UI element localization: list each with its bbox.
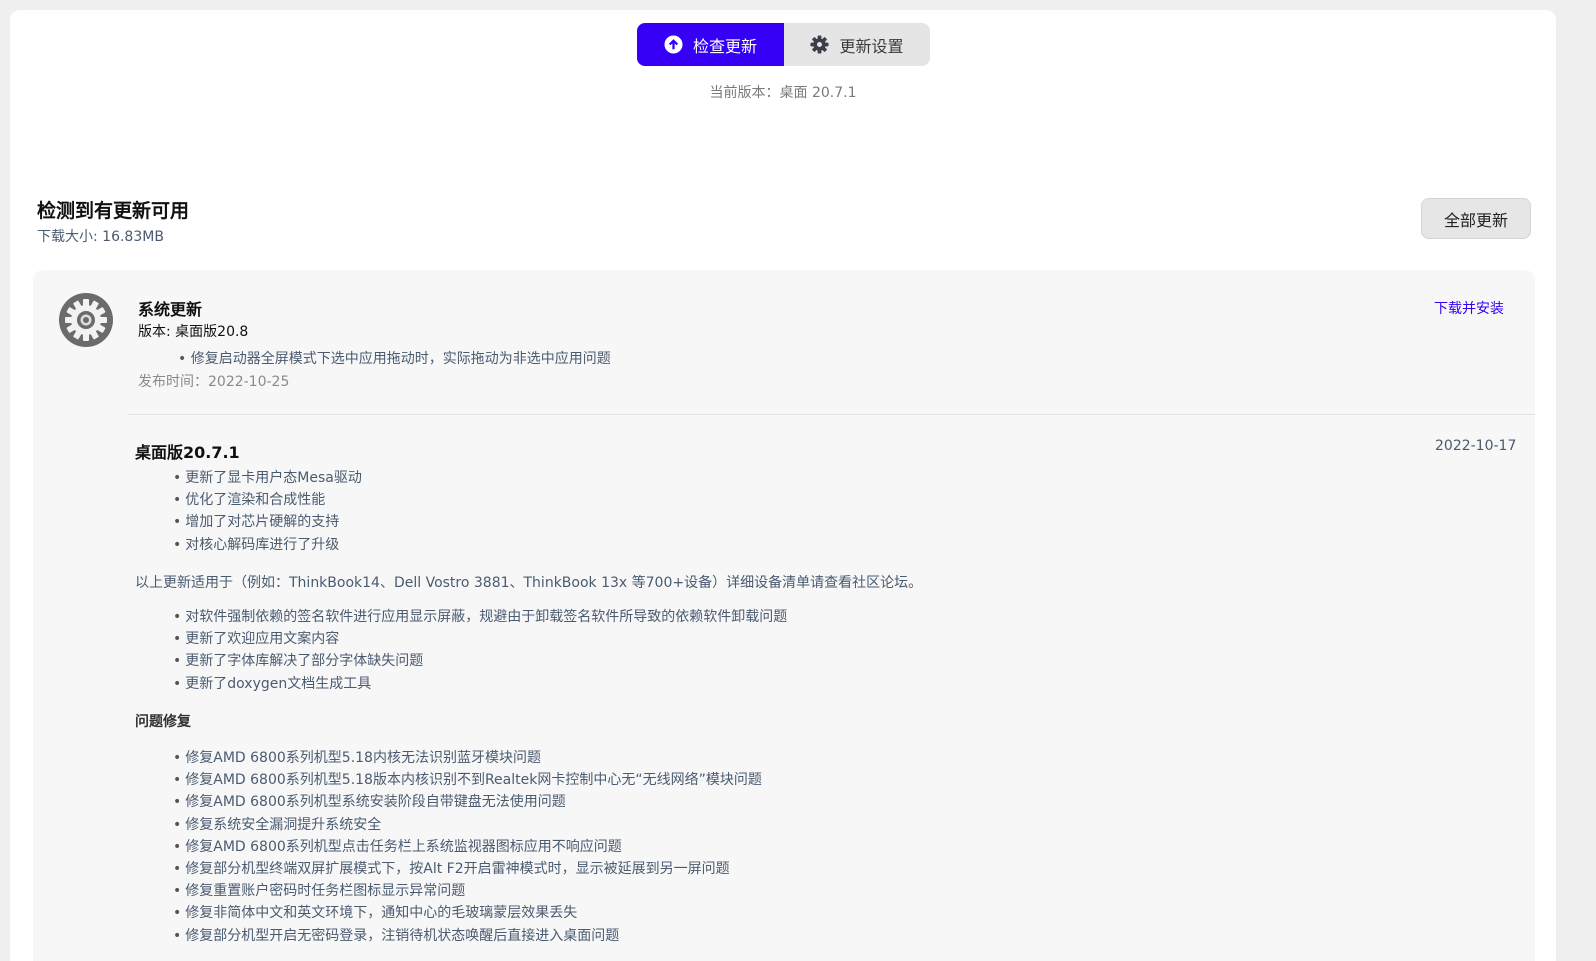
update-version: 版本: 桌面版20.8 (138, 324, 249, 340)
update-all-button[interactable]: 全部更新 (1421, 198, 1531, 239)
list-item: 修复部分机型终端双屏扩展模式下，按Alt F2开启雷神模式时，显示被延展到另一屏… (173, 858, 762, 880)
download-size: 下载大小: 16.83MB (37, 229, 164, 245)
fixes-list: 修复AMD 6800系列机型5.18内核无法识别蓝牙模块问题 修复AMD 680… (173, 747, 762, 947)
list-item: 更新了字体库解决了部分字体缺失问题 (173, 650, 787, 672)
list-item: 增加了对芯片硬解的支持 (173, 511, 362, 533)
changelog-list-1: 更新了显卡用户态Mesa驱动 优化了渲染和合成性能 增加了对芯片硬解的支持 对核… (173, 467, 362, 556)
tab-switcher: 检查更新 更新设置 (637, 23, 930, 66)
update-list-panel: 系统更新 版本: 桌面版20.8 • 修复启动器全屏模式下选中应用拖动时，实际拖… (33, 270, 1535, 961)
list-item: 修复AMD 6800系列机型点击任务栏上系统监视器图标应用不响应问题 (173, 836, 762, 858)
current-version: 当前版本：桌面 20.7.1 (709, 85, 857, 101)
changelog-version: 桌面版20.7.1 (135, 443, 240, 462)
list-item: 更新了显卡用户态Mesa驱动 (173, 467, 362, 489)
tab-check-update[interactable]: 检查更新 (637, 23, 784, 66)
divider (128, 414, 1535, 415)
changelog-list-2: 对软件强制依赖的签名软件进行应用显示屏蔽，规避由于卸载签名软件所导致的依赖软件卸… (173, 606, 787, 695)
fixes-heading: 问题修复 (135, 714, 191, 730)
list-item: 对软件强制依赖的签名软件进行应用显示屏蔽，规避由于卸载签名软件所导致的依赖软件卸… (173, 606, 787, 628)
tab-label: 更新设置 (839, 36, 904, 56)
release-date: 发布时间：2022-10-25 (138, 374, 290, 390)
list-item: 修复AMD 6800系列机型5.18版本内核识别不到Realtek网卡控制中心无… (173, 769, 762, 791)
list-item: 修复非简体中文和英文环境下，通知中心的毛玻璃蒙层效果丢失 (173, 902, 762, 924)
list-item: 修复AMD 6800系列机型系统安装阶段自带键盘无法使用问题 (173, 791, 762, 813)
tab-update-settings[interactable]: 更新设置 (784, 23, 930, 66)
list-item: 对核心解码库进行了升级 (173, 534, 362, 556)
gear-icon (810, 35, 830, 54)
page-title: 检测到有更新可用 (37, 200, 190, 222)
list-item: 更新了doxygen文档生成工具 (173, 673, 787, 695)
list-item: 修复系统安全漏洞提升系统安全 (173, 814, 762, 836)
device-note: 以上更新适用于（例如：ThinkBook14、Dell Vostro 3881、… (135, 575, 923, 591)
download-install-link[interactable]: 下载并安装 (1434, 298, 1504, 318)
list-item: 修复AMD 6800系列机型5.18内核无法识别蓝牙模块问题 (173, 747, 762, 769)
update-title: 系统更新 (138, 300, 203, 319)
update-page: 检查更新 更新设置 当前版本：桌面 20.7.1 检测到有更新可用 下载大小: … (10, 10, 1556, 961)
list-item: 更新了欢迎应用文案内容 (173, 628, 787, 650)
list-item: 优化了渲染和合成性能 (173, 489, 362, 511)
changelog-date: 2022-10-17 (1435, 438, 1517, 454)
system-update-icon (59, 293, 113, 347)
list-item: 修复重置账户密码时任务栏图标显示异常问题 (173, 880, 762, 902)
list-item: 修复部分机型开启无密码登录，注销待机状态唤醒后直接进入桌面问题 (173, 925, 762, 947)
update-note: • 修复启动器全屏模式下选中应用拖动时，实际拖动为非选中应用问题 (178, 351, 611, 367)
tab-label: 检查更新 (692, 36, 757, 56)
arrow-up-circle-icon (664, 35, 683, 54)
